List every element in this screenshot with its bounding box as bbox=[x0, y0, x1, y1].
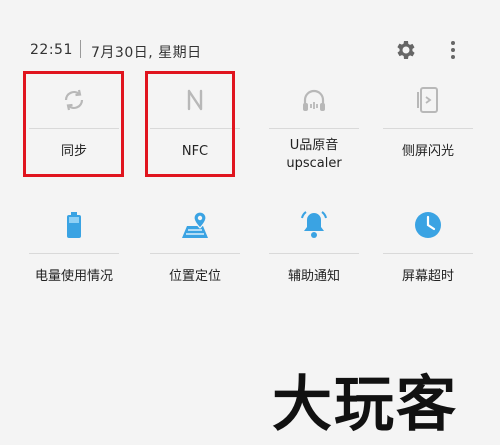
date-label[interactable]: 7月30日, 星期日 bbox=[91, 42, 202, 62]
tile-label-upscaler-line1: U品原音 bbox=[289, 138, 339, 153]
watermark-logo: 大玩客 bbox=[272, 370, 458, 440]
status-separator bbox=[80, 40, 81, 58]
status-row: 22:51 7月30日, 星期日 bbox=[0, 0, 500, 70]
tile-divider bbox=[269, 253, 359, 254]
tile-notification[interactable]: 辅助通知 bbox=[259, 196, 369, 296]
tile-divider bbox=[383, 128, 473, 129]
clock-icon bbox=[411, 208, 445, 242]
tile-battery[interactable]: 电量使用情况 bbox=[19, 196, 129, 296]
tile-label-upscaler: U品原音 upscaler bbox=[259, 137, 369, 173]
highlight-box-nfc bbox=[145, 71, 235, 177]
tile-label-battery: 电量使用情况 bbox=[34, 269, 113, 284]
tile-label-edge-lighting: 侧屏闪光 bbox=[401, 144, 454, 159]
bell-icon bbox=[297, 208, 331, 242]
tile-screen-timeout[interactable]: 屏幕超时 bbox=[373, 196, 483, 296]
tile-location[interactable]: 位置定位 bbox=[140, 196, 250, 296]
clock-time[interactable]: 22:51 bbox=[30, 42, 73, 58]
tile-label-location: 位置定位 bbox=[168, 269, 221, 284]
tile-label-screen-timeout: 屏幕超时 bbox=[401, 269, 454, 284]
tile-edge-lighting[interactable]: 侧屏闪光 bbox=[373, 71, 483, 171]
tile-label-notification: 辅助通知 bbox=[287, 269, 340, 284]
gear-icon[interactable] bbox=[393, 38, 417, 62]
tile-divider bbox=[383, 253, 473, 254]
location-map-icon bbox=[178, 208, 212, 242]
tile-divider bbox=[269, 128, 359, 129]
tile-label-upscaler-line2: upscaler bbox=[286, 156, 342, 171]
edge-lighting-icon bbox=[411, 83, 445, 117]
battery-icon bbox=[57, 208, 91, 242]
tile-divider bbox=[150, 253, 240, 254]
tile-divider bbox=[29, 253, 119, 254]
highlight-box-sync bbox=[23, 71, 124, 177]
tile-upscaler[interactable]: U品原音 upscaler bbox=[259, 71, 369, 171]
more-vertical-icon[interactable] bbox=[445, 38, 461, 62]
headphones-icon bbox=[297, 83, 331, 117]
